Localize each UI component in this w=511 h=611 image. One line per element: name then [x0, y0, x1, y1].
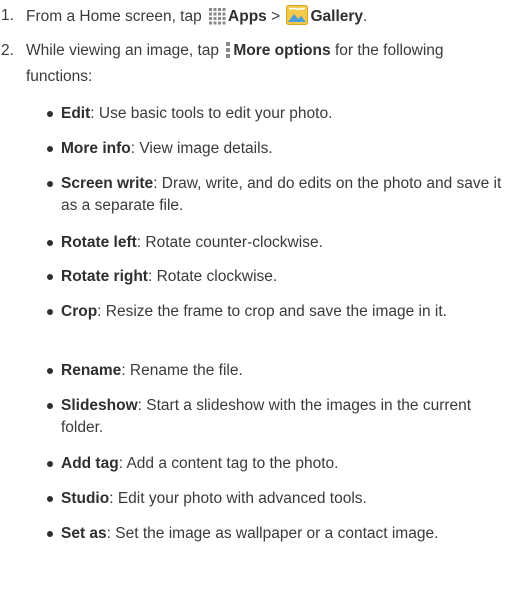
function-description: : Set the image as wallpaper or a contac… [106, 525, 439, 542]
bullet-dot [47, 531, 53, 537]
more-options-icon [225, 41, 231, 66]
gallery-label: Gallery [310, 8, 364, 25]
bullet-dot [47, 496, 53, 502]
list-item: Rotate left: Rotate counter-clockwise. [0, 232, 503, 254]
step-2: 2. While viewing an image, tap More opti… [0, 40, 503, 88]
bullet-dot [47, 181, 53, 187]
list-item: Rename: Rename the file. [0, 360, 503, 382]
function-description: : Add a content tag to the photo. [118, 455, 339, 472]
apps-grid-icon [208, 7, 226, 32]
bullet-dot [47, 146, 53, 152]
step-1: 1. From a Home screen, tap Apps > Galler… [0, 5, 503, 32]
bullet-dot [47, 274, 53, 280]
function-description: : Rename the file. [121, 362, 243, 379]
function-description: : Use basic tools to edit your photo. [90, 105, 333, 122]
bullet-dot [47, 309, 53, 315]
list-item: Edit: Use basic tools to edit your photo… [0, 103, 503, 125]
step-text: While viewing an image, tap [26, 42, 219, 59]
path-separator: > [271, 8, 281, 25]
list-item: Rotate right: Rotate clockwise. [0, 266, 503, 288]
list-item: Screen write: Draw, write, and do edits … [0, 173, 503, 217]
function-term: Crop [61, 303, 98, 320]
function-term: Rotate right [61, 268, 148, 285]
step-suffix: . [363, 8, 368, 25]
function-term: Studio [61, 490, 110, 507]
list-item: Crop: Resize the frame to crop and save … [0, 301, 503, 323]
function-term: Screen write [61, 175, 154, 192]
apps-label: Apps [228, 8, 267, 25]
function-description: : View image details. [130, 140, 273, 157]
bullet-dot [47, 111, 53, 117]
function-description: : Rotate clockwise. [147, 268, 278, 285]
list-item: Slideshow: Start a slideshow with the im… [0, 395, 503, 439]
function-term: Rename [61, 362, 122, 379]
function-term: Set as [61, 525, 107, 542]
bullet-dot [47, 368, 53, 374]
list-item: Set as: Set the image as wallpaper or a … [0, 523, 503, 545]
list-item: Studio: Edit your photo with advanced to… [0, 488, 503, 510]
bullet-dot [47, 240, 53, 246]
list-item: More info: View image details. [0, 138, 503, 160]
function-term: Rotate left [61, 234, 137, 251]
function-description: : Rotate counter-clockwise. [136, 234, 323, 251]
list-item: Add tag: Add a content tag to the photo. [0, 453, 503, 475]
function-term: Slideshow [61, 397, 138, 414]
function-term: Edit [61, 105, 91, 122]
function-term: Add tag [61, 455, 119, 472]
bullet-dot [47, 461, 53, 467]
gallery-icon [286, 5, 309, 32]
more-options-label: More options [233, 42, 331, 59]
function-term: More info [61, 140, 131, 157]
step-number: 2. [1, 42, 14, 59]
function-description: : Edit your photo with advanced tools. [109, 490, 367, 507]
bullet-dot [47, 403, 53, 409]
step-number: 1. [1, 7, 14, 24]
function-description: : Resize the frame to crop and save the … [97, 303, 447, 320]
step-text: From a Home screen, tap [26, 8, 202, 25]
